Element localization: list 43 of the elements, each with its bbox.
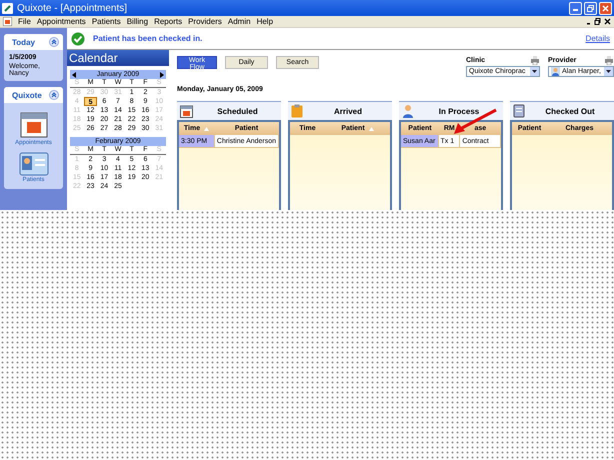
lane-title: Scheduled bbox=[216, 106, 259, 116]
menu-item[interactable]: Providers bbox=[188, 17, 222, 26]
mdi-controls-icon[interactable] bbox=[587, 18, 611, 25]
menu-item[interactable]: Reports bbox=[154, 17, 182, 26]
menu-item[interactable]: Admin bbox=[228, 17, 251, 26]
close-icon bbox=[602, 4, 609, 12]
caret-icon bbox=[530, 67, 539, 76]
id-card-icon[interactable] bbox=[18, 152, 48, 176]
calendar-icon bbox=[3, 17, 12, 26]
document-icon bbox=[513, 104, 525, 118]
menu-item[interactable]: Patients bbox=[92, 17, 121, 26]
printer-icon[interactable] bbox=[604, 56, 614, 65]
panel-title: Quixote bbox=[12, 90, 42, 100]
sort-icon bbox=[368, 126, 374, 130]
clipboard-icon bbox=[291, 104, 303, 118]
restore-button[interactable] bbox=[584, 2, 597, 14]
caret-icon bbox=[604, 67, 613, 76]
calendar-title: Calendar bbox=[67, 50, 169, 66]
minimize-button[interactable] bbox=[569, 2, 582, 14]
collapse-icon[interactable] bbox=[49, 90, 59, 100]
lane-title: In Process bbox=[438, 106, 480, 116]
menu-item[interactable]: Help bbox=[256, 17, 274, 26]
printer-icon[interactable] bbox=[530, 56, 540, 65]
close-button[interactable] bbox=[599, 2, 612, 14]
next-icon[interactable] bbox=[160, 72, 164, 78]
status-message: Patient has been checked in. bbox=[93, 34, 202, 43]
details-link[interactable]: Details bbox=[586, 34, 610, 43]
app-logo-icon bbox=[2, 2, 13, 14]
lane-title: Checked Out bbox=[544, 106, 596, 116]
lane-title: Arrived bbox=[332, 106, 363, 116]
person-icon bbox=[551, 67, 560, 76]
checkmark-icon bbox=[71, 32, 85, 46]
previous-icon[interactable] bbox=[72, 72, 76, 78]
panel-title: Today bbox=[12, 38, 35, 46]
sort-icon bbox=[204, 126, 210, 130]
collapse-icon[interactable] bbox=[49, 37, 59, 47]
person-icon bbox=[402, 104, 414, 118]
restore-icon bbox=[587, 4, 594, 12]
menu-item[interactable]: Billing bbox=[126, 17, 148, 26]
menu-item[interactable]: Appointments bbox=[36, 17, 86, 26]
menu-item[interactable]: File bbox=[18, 17, 31, 26]
window-title: Quixote - [Appointments] bbox=[17, 2, 128, 14]
calendar-icon bbox=[180, 104, 193, 118]
